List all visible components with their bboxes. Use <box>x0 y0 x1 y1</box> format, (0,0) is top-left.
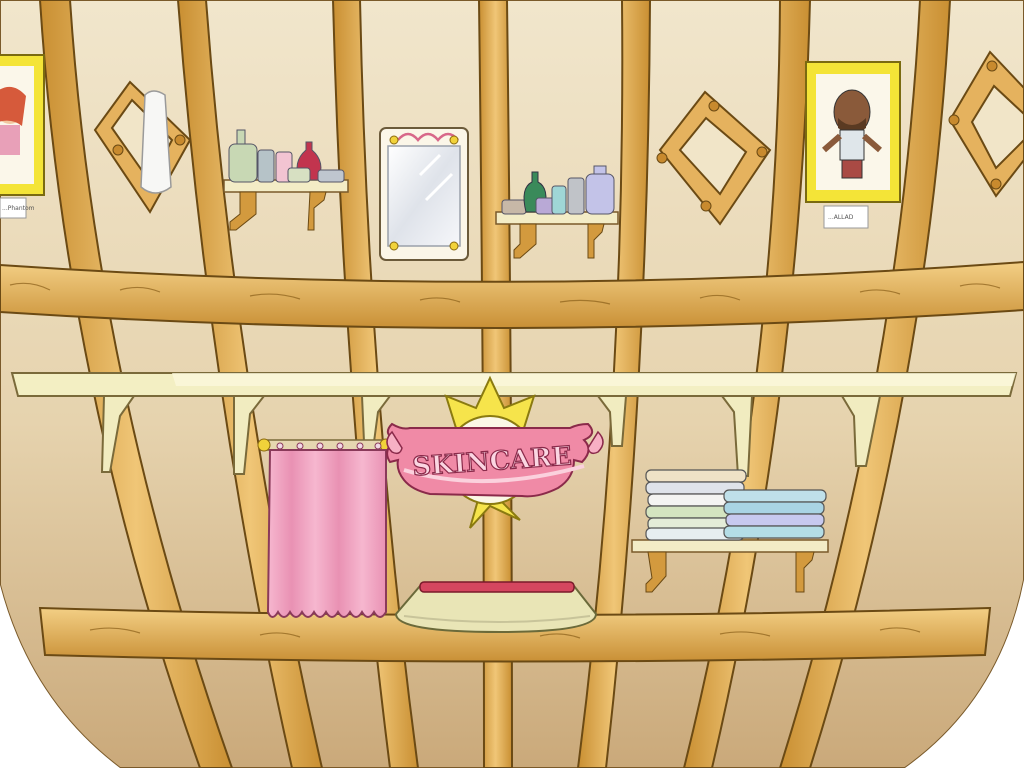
wall-mirror[interactable] <box>379 127 469 261</box>
portrait-frame-right[interactable] <box>805 61 901 203</box>
skincare-shop-scene: ...Phantom ...ALLAD SKINCARE <box>0 0 1024 768</box>
plaque-right-text: ...ALLAD <box>828 214 854 221</box>
portrait-frame-left[interactable] <box>0 54 45 196</box>
plaque-right: ...ALLAD <box>823 205 869 229</box>
changing-curtain[interactable] <box>257 438 393 618</box>
plaque-left-text: ...Phantom <box>2 205 35 212</box>
treatment-counter[interactable] <box>394 581 598 634</box>
